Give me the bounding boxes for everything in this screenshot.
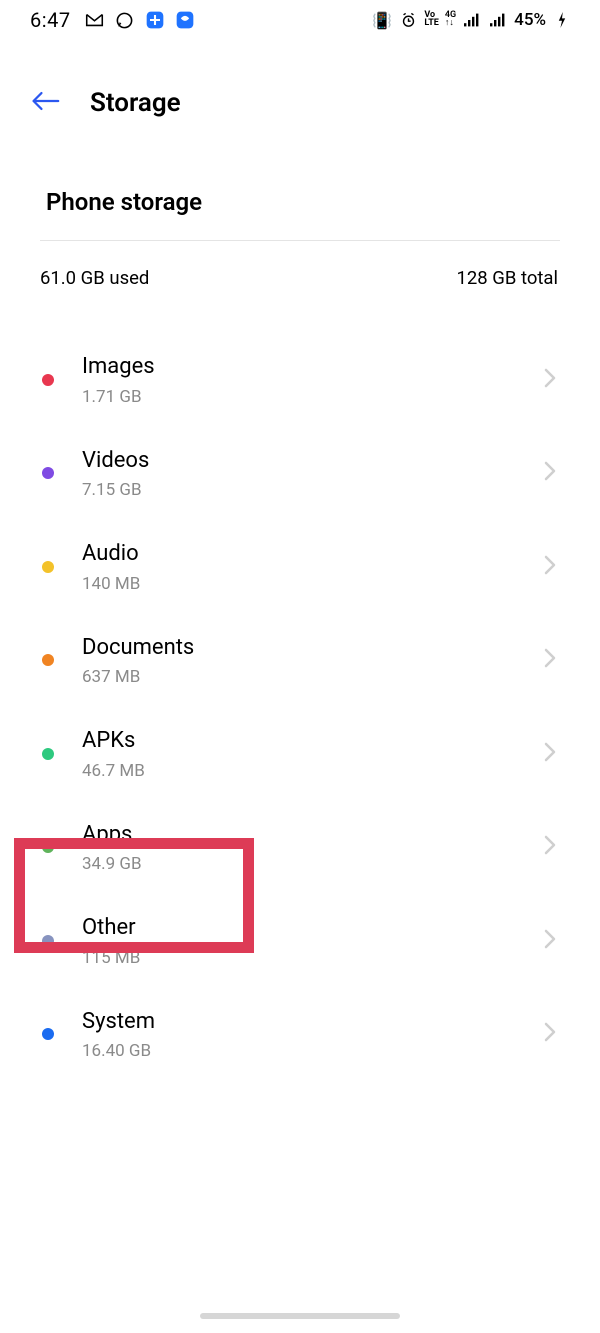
storage-used-label: 61.0 GB used xyxy=(40,267,149,289)
chevron-right-icon xyxy=(544,832,556,862)
category-dot-icon xyxy=(42,654,54,666)
category-text: Documents 637 MB xyxy=(82,634,544,688)
category-size: 7.15 GB xyxy=(82,480,544,500)
category-label: Audio xyxy=(82,540,544,568)
category-item-other[interactable]: Other 115 MB xyxy=(0,894,600,988)
status-bar: 6:47 📳 VoLTE 4G↑↓ 45% xyxy=(0,0,600,40)
category-dot-icon xyxy=(42,935,54,947)
app-icon-1 xyxy=(145,10,165,30)
category-dot-icon xyxy=(42,561,54,573)
category-text: Videos 7.15 GB xyxy=(82,447,544,501)
whatsapp-icon xyxy=(115,10,135,30)
category-item-apks[interactable]: APKs 46.7 MB xyxy=(0,707,600,801)
network-4g-icon: 4G↑↓ xyxy=(445,12,456,27)
nav-header: Storage xyxy=(0,40,600,118)
category-text: System 16.40 GB xyxy=(82,1008,544,1062)
category-label: Documents xyxy=(82,634,544,662)
signal-icon-2 xyxy=(488,10,508,30)
chevron-right-icon xyxy=(544,645,556,675)
charging-icon xyxy=(552,10,572,30)
nav-gesture-handle[interactable] xyxy=(200,1313,400,1319)
category-size: 16.40 GB xyxy=(82,1041,544,1061)
chevron-right-icon xyxy=(544,926,556,956)
category-dot-icon xyxy=(42,1028,54,1040)
category-item-images[interactable]: Images 1.71 GB xyxy=(0,333,600,427)
category-text: Other 115 MB xyxy=(82,914,544,968)
chevron-right-icon xyxy=(544,458,556,488)
category-label: APKs xyxy=(82,727,544,755)
volte-icon: VoLTE xyxy=(424,12,439,27)
category-item-videos[interactable]: Videos 7.15 GB xyxy=(0,427,600,521)
category-item-documents[interactable]: Documents 637 MB xyxy=(0,614,600,708)
status-time: 6:47 xyxy=(30,8,71,32)
chevron-right-icon xyxy=(544,365,556,395)
chevron-right-icon xyxy=(544,739,556,769)
category-size: 34.9 GB xyxy=(82,854,544,874)
category-dot-icon xyxy=(42,374,54,386)
page-title: Storage xyxy=(90,88,181,118)
category-size: 115 MB xyxy=(82,948,544,968)
signal-icon-1 xyxy=(462,10,482,30)
alarm-icon xyxy=(398,10,418,30)
category-text: Images 1.71 GB xyxy=(82,353,544,407)
status-left: 6:47 xyxy=(30,8,195,32)
battery-percent: 45% xyxy=(514,10,546,30)
category-text: Apps 34.9 GB xyxy=(82,821,544,875)
back-arrow-icon[interactable] xyxy=(30,90,60,116)
app-icon-2 xyxy=(175,10,195,30)
storage-total-label: 128 GB total xyxy=(456,267,558,289)
category-size: 637 MB xyxy=(82,667,544,687)
category-size: 1.71 GB xyxy=(82,387,544,407)
category-item-audio[interactable]: Audio 140 MB xyxy=(0,520,600,614)
category-dot-icon xyxy=(42,841,54,853)
category-item-system[interactable]: System 16.40 GB xyxy=(0,988,600,1082)
vibrate-icon: 📳 xyxy=(372,10,392,30)
category-list: Images 1.71 GB Videos 7.15 GB Audio 140 MB Doc… xyxy=(0,297,600,1081)
category-label: Apps xyxy=(82,821,544,849)
category-label: Other xyxy=(82,914,544,942)
category-size: 46.7 MB xyxy=(82,761,544,781)
category-dot-icon xyxy=(42,748,54,760)
category-label: Images xyxy=(82,353,544,381)
category-label: Videos xyxy=(82,447,544,475)
chevron-right-icon xyxy=(544,1019,556,1049)
category-label: System xyxy=(82,1008,544,1036)
chevron-right-icon xyxy=(544,552,556,582)
status-right: 📳 VoLTE 4G↑↓ 45% xyxy=(372,10,572,30)
section-title: Phone storage xyxy=(0,118,600,240)
category-dot-icon xyxy=(42,467,54,479)
gmail-icon xyxy=(85,10,105,30)
category-text: Audio 140 MB xyxy=(82,540,544,594)
category-text: APKs 46.7 MB xyxy=(82,727,544,781)
category-size: 140 MB xyxy=(82,574,544,594)
storage-usage-summary: 61.0 GB used 128 GB total xyxy=(0,241,600,297)
category-item-apps[interactable]: Apps 34.9 GB xyxy=(0,801,600,895)
